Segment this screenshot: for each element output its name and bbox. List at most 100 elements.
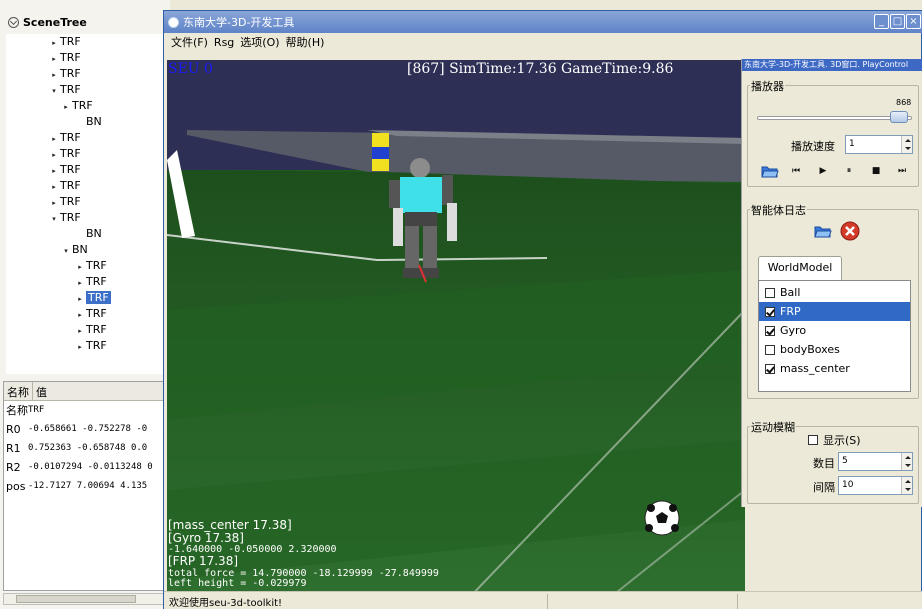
expand-arrow-icon[interactable]: ▸: [74, 275, 86, 291]
tree-node[interactable]: ▸ TRF: [48, 146, 80, 163]
expand-arrow-icon[interactable]: ▸: [48, 35, 60, 51]
expand-arrow-icon[interactable]: ▾: [48, 83, 60, 99]
playback-slider[interactable]: [757, 116, 912, 120]
tree-node[interactable]: ▾ BN: [60, 242, 88, 258]
worldmodel-item-label: mass_center: [780, 362, 850, 375]
expand-arrow-icon[interactable]: ▸: [48, 51, 60, 67]
tree-node[interactable]: ▸ TRF: [74, 258, 106, 275]
main-window-titlebar[interactable]: 东南大学-3D-开发工具 _ □ ×: [164, 11, 922, 33]
tree-node[interactable]: BN: [74, 114, 102, 130]
worldmodel-item[interactable]: mass_center: [759, 359, 910, 378]
worldmodel-item-label: Ball: [780, 286, 801, 299]
checkbox[interactable]: [765, 344, 775, 355]
worldmodel-item[interactable]: FRP: [759, 302, 910, 321]
menu-help[interactable]: 帮助(H): [286, 34, 325, 50]
expand-arrow-icon[interactable]: ▸: [48, 163, 60, 179]
tree-node[interactable]: ▸ TRF: [60, 98, 92, 115]
maximize-icon[interactable]: □: [890, 14, 905, 29]
expand-arrow-icon[interactable]: ▾: [48, 211, 60, 227]
checkbox[interactable]: [765, 325, 775, 336]
property-table[interactable]: 名称 值 名称 TRF R0 -0.658661 -0.752278 -0 R1 0.75…: [3, 381, 168, 591]
tree-node[interactable]: ▸ TRF: [74, 306, 106, 323]
tree-node[interactable]: ▾ TRF: [48, 210, 80, 227]
worldmodel-item[interactable]: Gyro: [759, 321, 910, 340]
tree-node[interactable]: ▾ TRF: [48, 82, 80, 99]
property-row[interactable]: 名称 TRF: [4, 401, 167, 420]
property-key: R0: [6, 423, 21, 436]
horizontal-scrollbar[interactable]: [3, 593, 168, 605]
expand-arrow-icon[interactable]: ▾: [60, 243, 72, 259]
expand-arrow-icon[interactable]: ▸: [74, 323, 86, 339]
menu-file[interactable]: 文件(F): [171, 34, 208, 50]
first-frame-button[interactable]: ⏮: [786, 162, 806, 180]
checkbox[interactable]: [765, 306, 775, 317]
property-row[interactable]: R0 -0.658661 -0.752278 -0: [4, 420, 167, 439]
interval-spinbox[interactable]: 10: [838, 476, 913, 495]
worldmodel-item-label: Gyro: [780, 324, 807, 337]
spin-arrows-icon[interactable]: [901, 477, 912, 494]
count-spinbox[interactable]: 5: [838, 452, 913, 471]
last-frame-button[interactable]: ⏭: [892, 162, 912, 180]
property-row[interactable]: pos -12.7127 7.00694 4.135: [4, 477, 167, 496]
open-log-icon[interactable]: [814, 224, 832, 238]
tree-node[interactable]: ▸ TRF: [74, 290, 111, 306]
expand-arrow-icon[interactable]: ▸: [60, 99, 72, 115]
collapse-icon[interactable]: [8, 16, 19, 28]
close-icon[interactable]: ×: [906, 14, 921, 29]
spin-arrows-icon[interactable]: [901, 453, 912, 470]
show-checkbox[interactable]: 显示(S): [808, 432, 861, 448]
tree-node[interactable]: BN: [74, 226, 102, 242]
expand-arrow-icon[interactable]: ▸: [48, 179, 60, 195]
expand-arrow-icon[interactable]: ▸: [48, 131, 60, 147]
stop-button[interactable]: ■: [866, 162, 886, 180]
play-button[interactable]: ▶: [813, 162, 833, 180]
scene-tree[interactable]: ▸ TRF ▸ TRF ▸ TRF ▾ TRF ▸ TRF BN ▸ TRF ▸ TRF ▸ TRF ▸ TRF ▸ T…: [6, 34, 168, 374]
checkbox[interactable]: [765, 363, 775, 374]
3d-viewport[interactable]: SEU 0 [867] SimTime:17.36 GameTime:9.86 …: [167, 60, 745, 600]
team-score-label: SEU 0: [168, 61, 213, 77]
spin-arrows-icon[interactable]: [901, 136, 912, 153]
playback-slider-handle[interactable]: [890, 111, 908, 123]
expand-arrow-icon[interactable]: ▸: [74, 291, 86, 307]
tree-node[interactable]: ▸ TRF: [48, 194, 80, 211]
property-row[interactable]: R1 0.752363 -0.658748 0.0: [4, 439, 167, 458]
scrollbar-thumb[interactable]: [16, 595, 136, 603]
property-key: R2: [6, 461, 21, 474]
tree-node[interactable]: ▸ TRF: [74, 274, 106, 291]
checkbox[interactable]: [765, 287, 775, 298]
minimize-icon[interactable]: _: [874, 14, 889, 29]
worldmodel-list[interactable]: Ball FRP Gyro bodyBoxes mass_center: [758, 280, 911, 392]
scene-tree-header[interactable]: SceneTree: [0, 10, 170, 34]
expand-arrow-icon[interactable]: ▸: [48, 195, 60, 211]
tree-node-label: TRF: [60, 163, 81, 176]
speed-spinbox[interactable]: 1: [845, 135, 913, 154]
tree-node[interactable]: ▸ TRF: [48, 50, 80, 67]
property-row[interactable]: R2 -0.0107294 -0.0113248 0: [4, 458, 167, 477]
pause-button[interactable]: ⏸: [839, 162, 859, 180]
tree-node-label: TRF: [60, 67, 81, 80]
worldmodel-item[interactable]: Ball: [759, 283, 910, 302]
tree-node[interactable]: ▸ TRF: [74, 338, 106, 355]
show-checkbox-box[interactable]: [808, 435, 818, 445]
tree-node[interactable]: ▸ TRF: [74, 322, 106, 339]
expand-arrow-icon[interactable]: ▸: [48, 147, 60, 163]
tree-node[interactable]: ▸ TRF: [48, 66, 81, 83]
menu-rsg[interactable]: Rsg: [214, 36, 234, 49]
play-panel-title[interactable]: 东南大学-3D-开发工具. 3D窗口. PlayControl: [742, 59, 922, 71]
worldmodel-item[interactable]: bodyBoxes: [759, 340, 910, 359]
expand-arrow-icon[interactable]: ▸: [48, 67, 60, 83]
open-folder-icon[interactable]: [761, 164, 779, 178]
expand-arrow-icon[interactable]: ▸: [74, 339, 86, 355]
overlay-mass-center: [mass_center 17.38]: [168, 518, 292, 532]
menu-options[interactable]: 选项(O): [240, 34, 279, 50]
expand-arrow-icon[interactable]: ▸: [74, 307, 86, 323]
tree-node[interactable]: ▸ TRF: [48, 130, 80, 147]
tree-node[interactable]: ▸ TRF: [48, 162, 81, 179]
close-log-icon[interactable]: [840, 221, 860, 241]
column-name-header[interactable]: 名称: [4, 382, 33, 400]
column-value-header[interactable]: 值: [33, 382, 167, 400]
tree-node[interactable]: ▸ TRF: [48, 34, 80, 51]
expand-arrow-icon[interactable]: ▸: [74, 259, 86, 275]
tree-node[interactable]: ▸ TRF: [48, 178, 80, 195]
tab-worldmodel[interactable]: WorldModel: [758, 256, 842, 280]
